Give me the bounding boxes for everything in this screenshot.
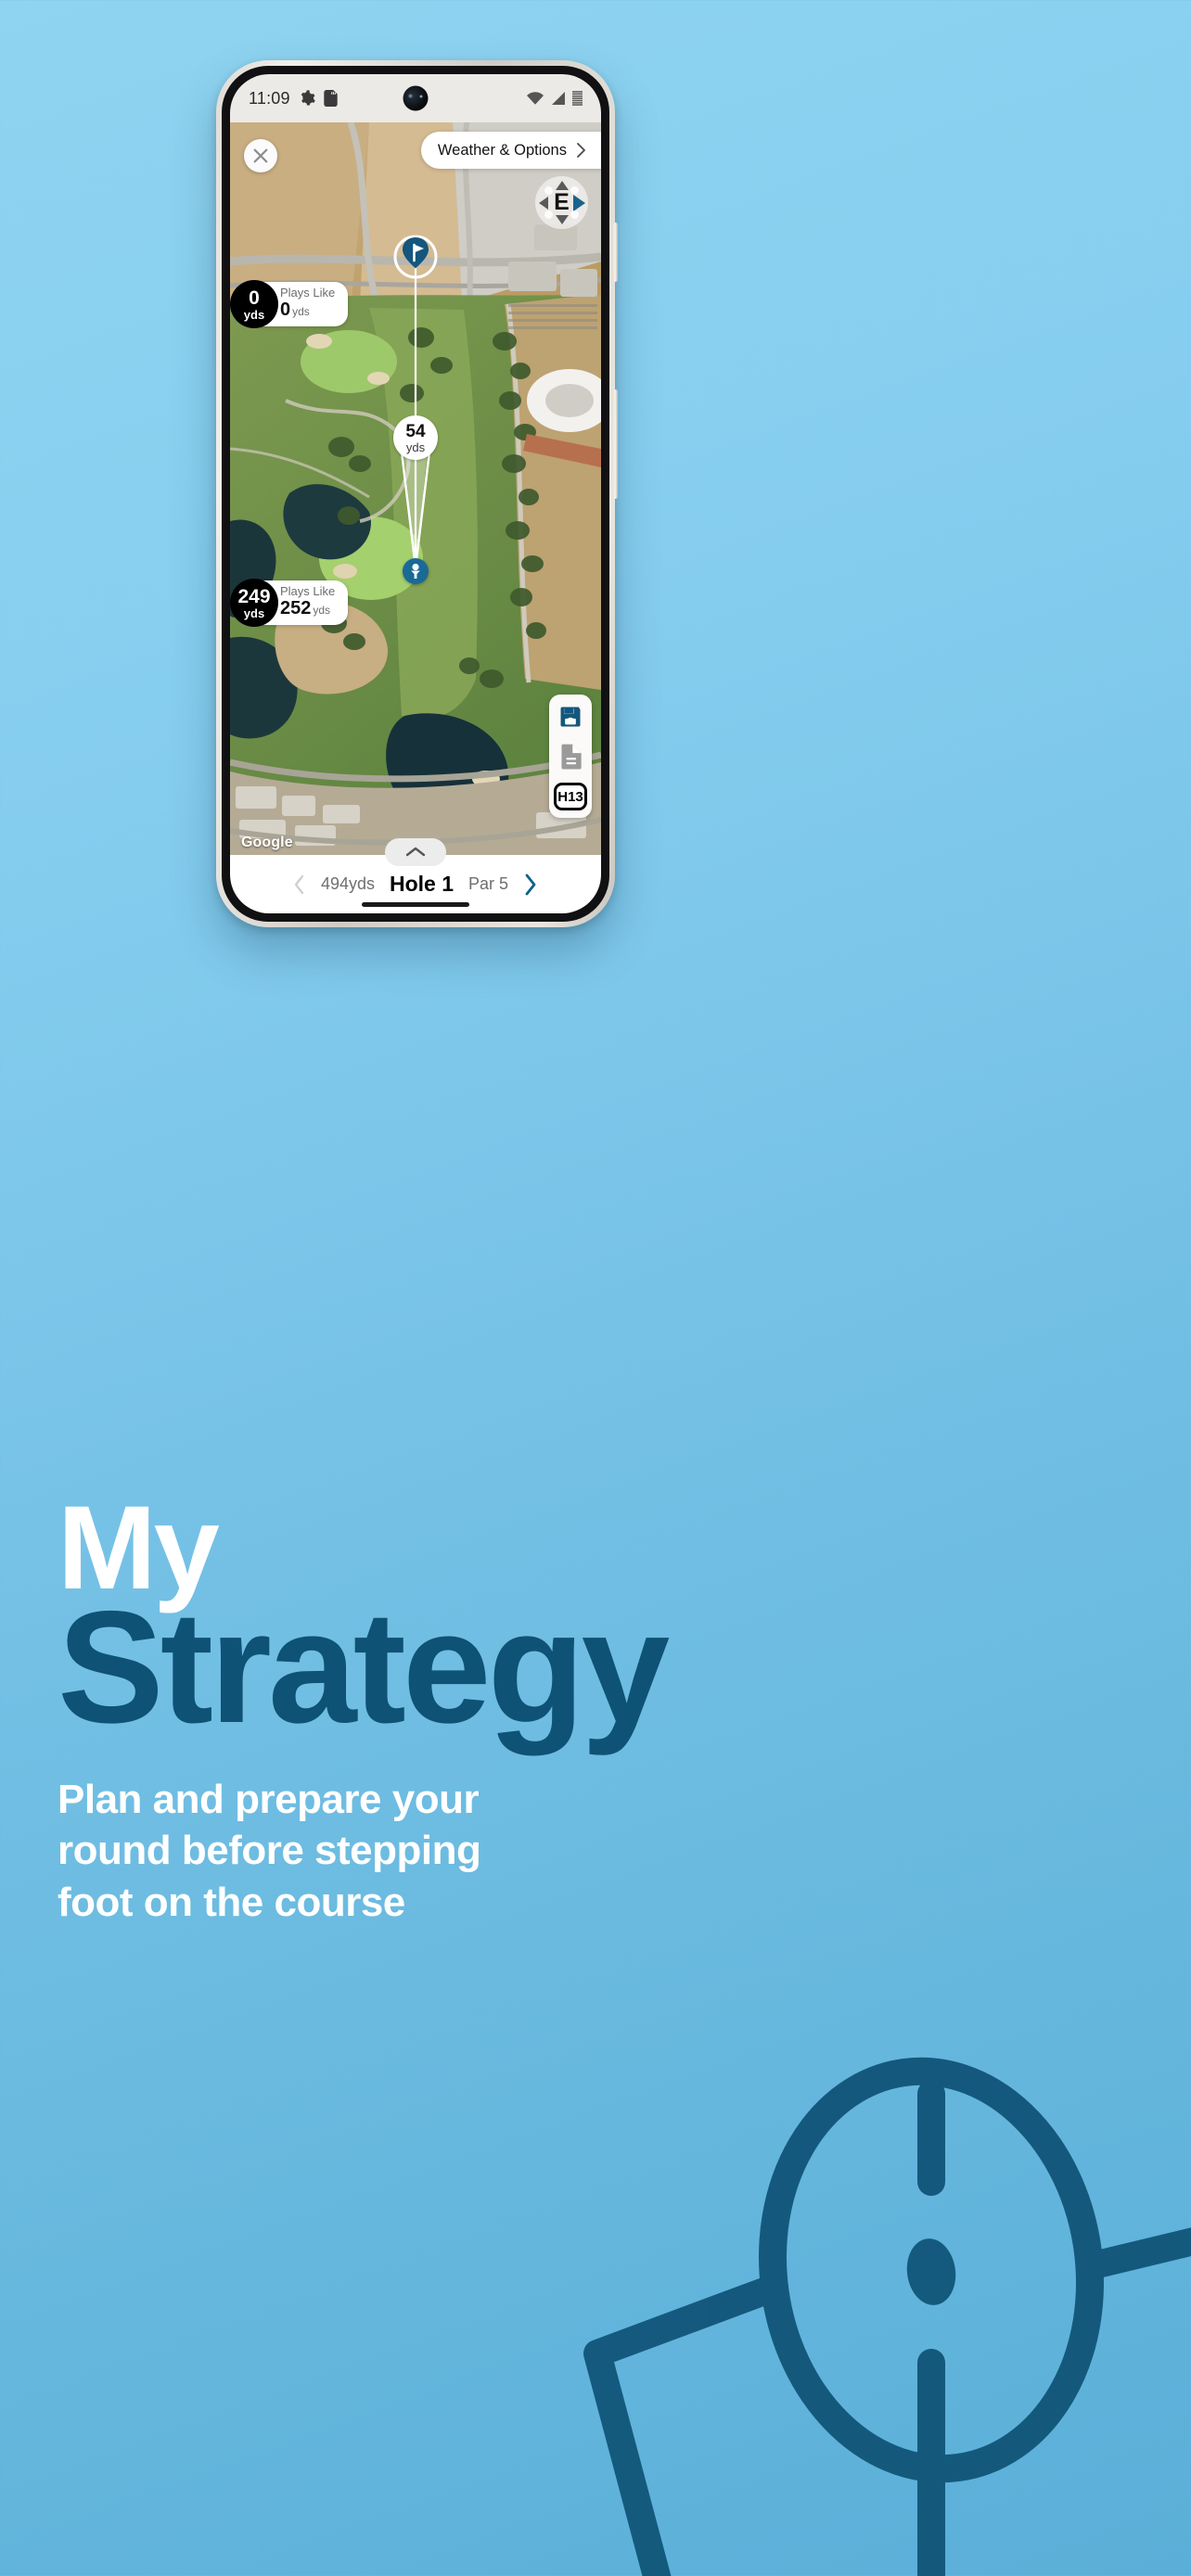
- headline-line-2: Strategy: [58, 1577, 670, 1756]
- map-tool-stack: H13: [549, 695, 592, 818]
- cell-signal-icon: [551, 92, 565, 105]
- subheadline-line-1: Plan and prepare your: [58, 1776, 480, 1822]
- marketing-copy: My Strategy Plan and prepare your round …: [58, 1489, 762, 1928]
- plays-like-value: 0: [280, 300, 291, 321]
- google-watermark: Google: [241, 835, 293, 850]
- distance-value: 0: [249, 287, 260, 309]
- expand-sheet-handle[interactable]: [385, 838, 446, 866]
- gear-icon: [301, 90, 315, 106]
- golf-tee-icon: [411, 563, 420, 579]
- compass-south-arrow: [555, 215, 569, 224]
- distance-value: 54: [405, 421, 426, 441]
- distance-value: 249: [237, 585, 271, 607]
- golf-course-map[interactable]: Weather & Options E 0 yds Plays Like 0 y…: [230, 122, 601, 855]
- subheadline-line-3: foot on the course: [58, 1879, 405, 1925]
- hole-info-sheet: 494yds Hole 1 Par 5: [230, 838, 601, 913]
- plays-like-label: Plays Like: [280, 285, 336, 300]
- distance-unit: yds: [405, 440, 426, 454]
- floppy-disk-save-icon[interactable]: [557, 704, 583, 730]
- subheadline: Plan and prepare your round before stepp…: [58, 1774, 651, 1928]
- compass-southwest-dot: [544, 210, 553, 219]
- hole-par: Par 5: [468, 874, 509, 893]
- close-icon: [253, 148, 268, 163]
- plays-like-unit: yds: [313, 604, 331, 618]
- plays-like-value: 252: [280, 598, 312, 619]
- previous-hole-button[interactable]: [293, 874, 306, 895]
- status-bar-right: [527, 91, 583, 106]
- phone-mockup: 11:09 Weather & Options E 0 yds Plays Li…: [216, 60, 618, 927]
- distance-pill-bottom[interactable]: 249 yds Plays Like 252 yds: [230, 579, 349, 627]
- hole-yardage: 494yds: [320, 874, 375, 893]
- golf-flag-pin-icon: [403, 237, 429, 269]
- pin-marker[interactable]: [394, 236, 437, 278]
- hole-number-badge[interactable]: H13: [554, 783, 587, 810]
- wifi-icon: [527, 92, 544, 105]
- chevron-right-icon: [577, 143, 585, 158]
- distance-pill-top[interactable]: 0 yds Plays Like 0 yds: [230, 280, 349, 328]
- sd-card-icon: [324, 90, 338, 107]
- compass-east-arrow: [573, 194, 585, 211]
- distance-bubble: 0 yds: [230, 280, 278, 328]
- target-crosshair-decoration: [583, 2057, 1191, 2576]
- close-map-button[interactable]: [244, 139, 277, 172]
- document-scorecard-icon[interactable]: [558, 743, 583, 770]
- plays-like-unit: yds: [292, 305, 310, 319]
- map-compass[interactable]: E: [535, 176, 588, 229]
- distance-unit: yds: [243, 307, 265, 322]
- plays-like-value-row: 252 yds: [280, 598, 330, 619]
- status-bar-clock: 11:09: [249, 88, 290, 108]
- subheadline-line-2: round before stepping: [58, 1828, 481, 1874]
- compass-heading-letter: E: [554, 189, 570, 215]
- android-gesture-bar[interactable]: [362, 902, 469, 907]
- distance-bubble: 249 yds: [230, 579, 278, 627]
- compass-northeast-dot: [570, 186, 579, 195]
- phone-power-button[interactable]: [613, 223, 618, 282]
- plays-like-value-row: 0 yds: [280, 300, 310, 321]
- compass-west-arrow: [539, 196, 548, 210]
- weather-and-options-button[interactable]: Weather & Options: [420, 132, 601, 169]
- distance-marker-middle[interactable]: 54 yds: [393, 415, 438, 460]
- next-hole-button[interactable]: [523, 874, 538, 896]
- chevron-up-icon: [405, 847, 426, 857]
- status-bar: 11:09: [230, 74, 601, 122]
- compass-northwest-dot: [544, 186, 553, 195]
- status-bar-left: 11:09: [249, 89, 338, 108]
- compass-southeast-dot: [570, 210, 579, 219]
- map-controls-layer: Weather & Options E 0 yds Plays Like 0 y…: [230, 122, 601, 855]
- compass-north-arrow: [555, 181, 569, 190]
- phone-volume-button[interactable]: [613, 389, 618, 499]
- distance-unit: yds: [243, 606, 265, 620]
- hole-title: Hole 1: [389, 872, 455, 896]
- tee-position-marker[interactable]: [403, 558, 429, 584]
- weather-and-options-label: Weather & Options: [437, 141, 567, 159]
- front-camera-punch-hole: [403, 85, 429, 111]
- battery-icon: [572, 91, 583, 106]
- phone-screen: 11:09 Weather & Options E 0 yds Plays Li…: [230, 74, 601, 913]
- plays-like-label: Plays Like: [280, 583, 336, 598]
